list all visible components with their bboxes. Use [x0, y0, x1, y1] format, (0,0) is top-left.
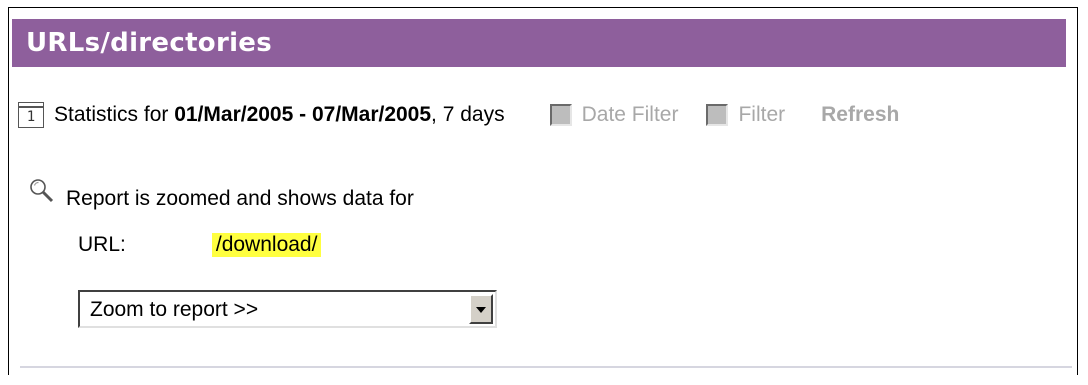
calendar-icon-digit: 1	[26, 109, 36, 125]
zoom-report-select[interactable]: Zoom to report >>	[78, 290, 497, 328]
filter-checkbox[interactable]	[706, 104, 729, 126]
date-filter-label: Date Filter	[581, 103, 679, 126]
panel-header: URLs/directories	[12, 19, 1066, 67]
magnifier-icon	[28, 177, 56, 205]
stats-prefix: Statistics for	[54, 103, 175, 126]
refresh-link[interactable]: Refresh	[821, 103, 899, 127]
filter-control[interactable]: Filter	[706, 103, 785, 127]
url-value: /download/	[211, 233, 322, 257]
bottom-divider	[20, 366, 1072, 368]
calendar-icon[interactable]: 1	[18, 102, 44, 128]
zoom-report-select-value: Zoom to report >>	[90, 298, 259, 321]
zoom-info-row: Report is zoomed and shows data for	[28, 177, 414, 211]
date-range: 01/Mar/2005 - 07/Mar/2005	[174, 103, 432, 126]
statistics-row: 1 Statistics for 01/Mar/2005 - 07/Mar/20…	[18, 97, 899, 133]
filter-label: Filter	[738, 103, 786, 126]
zoom-url-row: URL: /download/	[78, 230, 322, 260]
url-label: URL:	[78, 233, 126, 256]
date-filter-control[interactable]: Date Filter	[549, 103, 679, 127]
stats-suffix: , 7 days	[431, 103, 505, 126]
zoom-message: Report is zoomed and shows data for	[66, 187, 414, 210]
date-filter-checkbox[interactable]	[549, 104, 572, 126]
chevron-down-icon[interactable]	[469, 294, 493, 324]
